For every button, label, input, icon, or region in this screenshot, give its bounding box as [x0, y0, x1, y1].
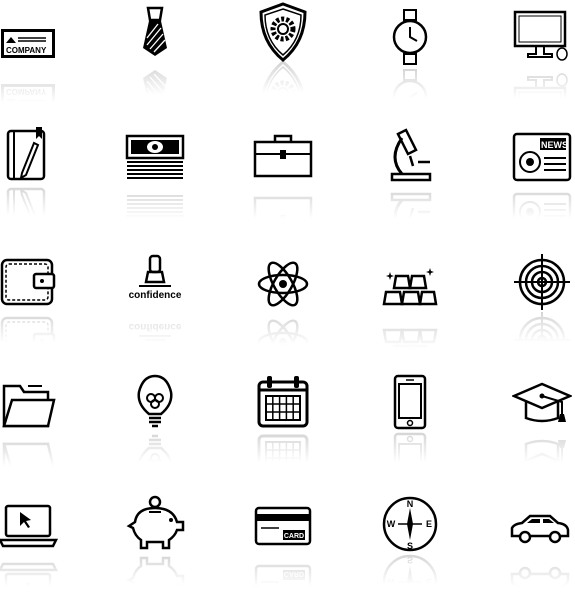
icon-reflection	[253, 60, 313, 120]
desktop-computer-icon	[512, 8, 572, 124]
news-label: NEWS	[541, 140, 568, 150]
icon-reflection	[510, 554, 570, 614]
svg-text:CARD: CARD	[284, 570, 304, 577]
icon-reflection	[512, 310, 572, 370]
icon-reflection: NEWS	[512, 186, 572, 246]
icon-reflection: COMPANY	[0, 70, 58, 130]
icon-reflection	[125, 430, 185, 490]
icon-reflection	[380, 316, 440, 376]
company-label: COMPANY	[6, 46, 47, 55]
confidence-stamp-icon: confidence confidence	[125, 252, 185, 368]
icon-reflection	[253, 430, 313, 490]
calendar-icon	[253, 372, 313, 486]
icon-reflection	[380, 430, 440, 490]
icon-reflection	[125, 552, 185, 612]
svg-text:N: N	[407, 499, 414, 509]
svg-text:S: S	[407, 555, 413, 565]
svg-text:E: E	[426, 519, 432, 529]
icon-reflection	[0, 554, 58, 614]
confidence-label: confidence	[129, 290, 182, 301]
svg-text:W: W	[387, 577, 396, 587]
icon-reflection	[125, 62, 185, 122]
icon-reflection	[253, 312, 313, 372]
icon-reflection	[380, 186, 440, 246]
svg-text:E: E	[426, 577, 432, 587]
laptop-icon	[0, 496, 58, 606]
icon-reflection	[512, 66, 572, 126]
gold-bars-icon	[380, 258, 440, 366]
icon-reflection	[0, 434, 58, 494]
wristwatch-icon	[380, 8, 440, 125]
card-label: CARD	[284, 533, 304, 540]
shield-gear-icon	[253, 2, 313, 120]
piggy-bank-icon	[125, 494, 185, 611]
icon-reflection	[380, 66, 440, 126]
company-card-icon: COMPANY COMPANY	[0, 12, 58, 113]
wallet-icon	[0, 252, 58, 364]
svg-text:N: N	[407, 597, 414, 607]
car-icon	[510, 496, 570, 596]
svg-text:S: S	[407, 541, 413, 551]
icon-reflection	[125, 186, 185, 246]
atom-icon	[253, 254, 313, 365]
tie-icon	[125, 4, 185, 120]
smartphone-icon	[380, 372, 440, 488]
target-icon	[512, 252, 572, 368]
icon-reflection	[0, 310, 58, 370]
svg-text:confidence: confidence	[129, 321, 182, 332]
graduation-cap-icon	[512, 372, 572, 480]
icon-reflection	[512, 430, 572, 490]
credit-card-icon: CARD CARD	[253, 496, 313, 604]
newspaper-icon: NEWS NEWS	[512, 128, 572, 242]
microscope-icon	[380, 128, 440, 246]
svg-text:COMPANY: COMPANY	[6, 87, 47, 96]
icon-reflection	[253, 186, 313, 246]
notebook-pen-icon	[0, 125, 58, 241]
icon-reflection	[0, 183, 58, 243]
svg-text:NEWS: NEWS	[541, 224, 568, 234]
icon-reflection: N S W E	[380, 552, 440, 612]
compass-icon: N S W E N S W E	[380, 494, 440, 610]
folder-icon	[0, 376, 58, 486]
svg-text:W: W	[387, 519, 396, 529]
icon-reflection: CARD	[253, 554, 313, 614]
briefcase-icon	[253, 128, 313, 240]
money-stack-icon	[125, 128, 185, 240]
lightbulb-icon	[125, 372, 185, 488]
icon-reflection: confidence	[125, 310, 185, 370]
